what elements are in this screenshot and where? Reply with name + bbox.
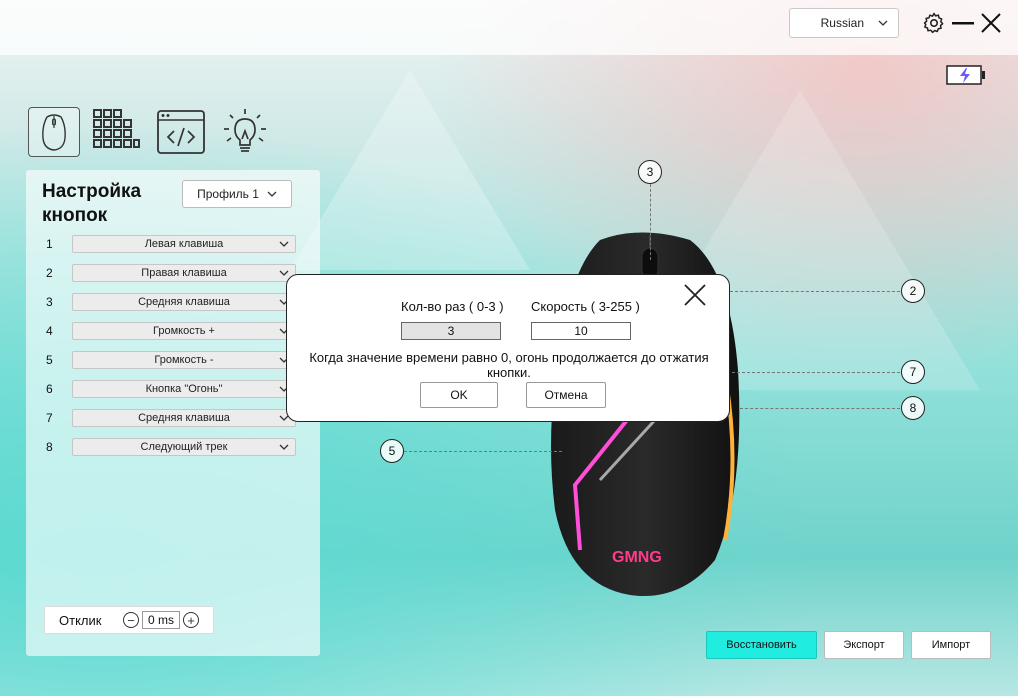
close-icon[interactable] [980,12,1002,34]
lightbulb-icon [224,109,266,152]
button-number: 8 [46,440,53,454]
mouse-icon [42,114,66,151]
battery-charging-icon [946,65,985,85]
assignment-label: Громкость - [154,354,214,366]
button-assignment-select[interactable]: Громкость - [72,351,296,369]
button-number: 7 [46,411,53,425]
close-icon[interactable] [683,283,707,307]
profile-label: Профиль 1 [197,187,259,201]
response-time-control: Отклик − 0 ms + [44,606,214,634]
dpi-tab[interactable] [90,107,142,157]
callout-7[interactable]: 7 [901,360,925,384]
button-row-1: 1 Левая клавиша [46,234,296,254]
increase-button[interactable]: + [183,612,199,628]
button-row-8: 8 Следующий трек [46,437,296,457]
callout-3[interactable]: 3 [638,160,662,184]
language-label: Russian [820,16,864,30]
button-number: 3 [46,295,53,309]
chevron-down-icon [279,241,289,247]
button-row-7: 7 Средняя клавиша [46,408,296,428]
chevron-down-icon [279,270,289,276]
assignment-label: Следующий трек [140,441,228,453]
button-settings-panel: Настройка кнопок Профиль 1 1 Левая клави… [26,170,320,656]
assignment-label: Громкость + [153,325,215,337]
button-row-4: 4 Громкость + [46,321,296,341]
assignment-label: Средняя клавиша [138,412,230,424]
button-number: 4 [46,324,53,338]
button-assignment-select[interactable]: Средняя клавиша [72,409,296,427]
macro-tab[interactable] [155,107,207,157]
button-assignment-select[interactable]: Средняя клавиша [72,293,296,311]
button-number: 5 [46,353,53,367]
mouse-brand: GMNG [612,549,662,566]
response-label: Отклик [59,612,102,628]
assignment-label: Левая клавиша [144,238,224,250]
chevron-down-icon [267,191,277,197]
button-number: 6 [46,382,53,396]
restore-button[interactable]: Восстановить [706,631,817,659]
lighting-tab[interactable] [219,107,271,157]
code-icon [157,110,205,154]
response-time-field[interactable]: 0 ms [142,611,180,629]
speed-label: Скорость ( 3-255 ) [531,299,640,314]
callout-5[interactable]: 5 [380,439,404,463]
count-label: Кол-во раз ( 0-3 ) [401,299,504,314]
button-assignment-select[interactable]: Кнопка "Огонь" [72,380,296,398]
dialog-message: Когда значение времени равно 0, огонь пр… [309,350,709,380]
rapid-fire-dialog: Кол-во раз ( 0-3 ) Скорость ( 3-255 ) 3 … [286,274,730,422]
import-button[interactable]: Импорт [911,631,991,659]
panel-title: Настройка кнопок [42,181,142,226]
export-button[interactable]: Экспорт [824,631,904,659]
button-assignment-select[interactable]: Левая клавиша [72,235,296,253]
callout-2[interactable]: 2 [901,279,925,303]
assignment-label: Кнопка "Огонь" [145,383,223,395]
dpi-grid-icon [93,109,140,148]
ok-button[interactable]: OK [420,382,498,408]
language-select[interactable]: Russian [789,8,899,38]
button-number: 1 [46,237,53,251]
button-number: 2 [46,266,53,280]
button-row-5: 5 Громкость - [46,350,296,370]
minimize-icon[interactable] [952,12,974,34]
callout-8[interactable]: 8 [901,396,925,420]
button-row-6: 6 Кнопка "Огонь" [46,379,296,399]
assignment-label: Средняя клавиша [138,296,230,308]
mouse-tab[interactable] [28,107,80,157]
assignment-label: Правая клавиша [141,267,227,279]
cancel-button[interactable]: Отмена [526,382,606,408]
gear-icon[interactable] [922,11,946,35]
speed-input[interactable]: 10 [531,322,631,340]
decrease-button[interactable]: − [123,612,139,628]
button-assignment-select[interactable]: Громкость + [72,322,296,340]
button-row-3: 3 Средняя клавиша [46,292,296,312]
profile-select[interactable]: Профиль 1 [182,180,292,208]
button-assignment-select[interactable]: Следующий трек [72,438,296,456]
chevron-down-icon [279,444,289,450]
count-input[interactable]: 3 [401,322,501,340]
chevron-down-icon [878,20,888,26]
button-row-2: 2 Правая клавиша [46,263,296,283]
button-assignment-select[interactable]: Правая клавиша [72,264,296,282]
